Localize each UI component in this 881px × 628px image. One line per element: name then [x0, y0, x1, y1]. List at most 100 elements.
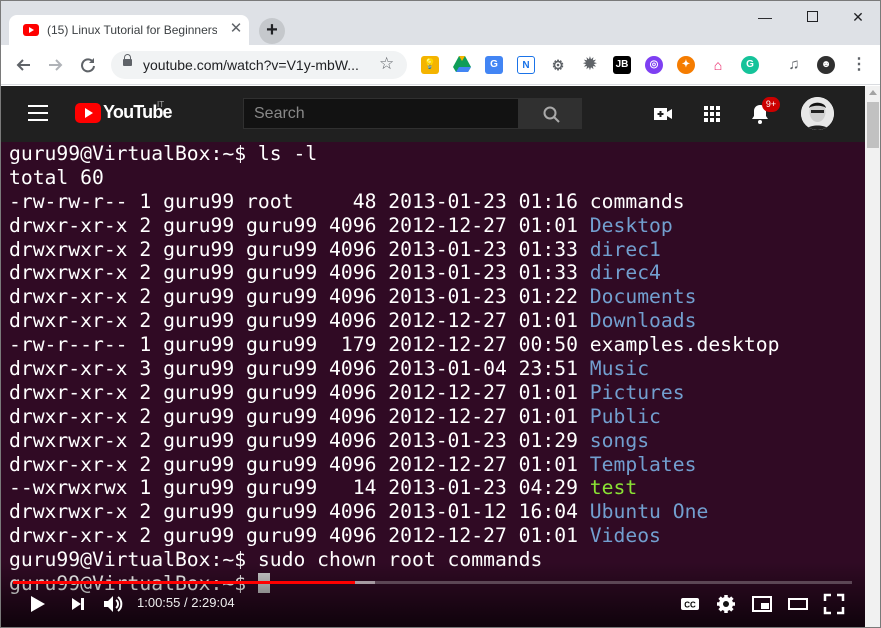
terminal-text: drwxr-xr-x 2 guru99 guru99 4096 2012-12-…: [9, 404, 590, 428]
address-bar[interactable]: youtube.com/watch?v=V1y-mbW... ☆: [111, 51, 407, 79]
terminal-line: total 60: [9, 166, 779, 190]
file-name: songs: [589, 428, 650, 452]
keep-extension-icon[interactable]: 💡: [421, 56, 439, 74]
file-name: direc4: [589, 261, 661, 285]
search-box[interactable]: [243, 98, 519, 129]
file-name: Ubuntu One: [589, 500, 709, 524]
settings-gear-icon: [717, 595, 735, 613]
browser-tab[interactable]: (15) Linux Tutorial for Beginners: ✕: [9, 15, 249, 46]
file-name: Downloads: [589, 309, 697, 333]
fullscreen-icon: [823, 593, 845, 615]
fullscreen-button[interactable]: [822, 592, 846, 616]
grammarly-extension-icon[interactable]: G: [741, 56, 759, 74]
settings-button[interactable]: [714, 592, 738, 616]
terminal-line: drwxrwxr-x 2 guru99 guru99 4096 2013-01-…: [9, 500, 779, 524]
file-name: Documents: [589, 285, 697, 309]
forward-button[interactable]: [44, 53, 68, 77]
tab-strip: (15) Linux Tutorial for Beginners: ✕ + —…: [1, 1, 880, 46]
file-name: Templates: [589, 452, 697, 476]
back-arrow-icon: [16, 59, 30, 71]
notion-extension-icon[interactable]: N: [517, 56, 535, 74]
theater-mode-icon: [788, 598, 808, 610]
next-button[interactable]: [66, 592, 90, 616]
link-extension-icon[interactable]: ⚙: [549, 56, 567, 74]
play-button[interactable]: [25, 592, 49, 616]
profile-avatar-icon[interactable]: ☻: [817, 56, 835, 74]
terminal-text: -rw-rw-r-- 1 guru99 root 48 2013-01-23 0…: [9, 189, 590, 213]
scroll-up-arrow-icon[interactable]: [869, 90, 877, 95]
video-player[interactable]: guru99@VirtualBox:~$ ls -l total 60 -rw-rw…: [1, 142, 865, 627]
tab-title: (15) Linux Tutorial for Beginners:: [47, 23, 217, 37]
terminal-line: drwxrwxr-x 2 guru99 guru99 4096 2013-01-…: [9, 238, 779, 262]
progress-bar[interactable]: [13, 581, 852, 584]
terminal-line: -rw-r--r-- 1 guru99 guru99 179 2012-12-2…: [9, 333, 779, 357]
maximize-button[interactable]: [789, 7, 835, 27]
volume-icon: [104, 596, 123, 612]
chrome-menu-icon[interactable]: ⋮: [850, 56, 868, 74]
terminal-text: guru99@VirtualBox:~$ ls -l: [9, 142, 318, 165]
close-window-button[interactable]: ✕: [835, 7, 880, 27]
create-video-icon[interactable]: [651, 102, 675, 126]
terminal-line: drwxr-xr-x 2 guru99 guru99 4096 2012-12-…: [9, 405, 779, 429]
terminal-text: drwxr-xr-x 3 guru99 guru99 4096 2013-01-…: [9, 357, 590, 381]
orange-extension-icon[interactable]: ✦: [677, 56, 695, 74]
volume-button[interactable]: [101, 592, 125, 616]
terminal-text: drwxr-xr-x 2 guru99 guru99 4096 2012-12-…: [9, 452, 590, 476]
terminal-line: drwxr-xr-x 2 guru99 guru99 4096 2013-01-…: [9, 285, 779, 309]
subtitles-button[interactable]: CC: [678, 592, 702, 616]
tab-close-icon[interactable]: ✕: [227, 20, 245, 38]
terminal-output: guru99@VirtualBox:~$ ls -l total 60 -rw-rw…: [9, 142, 779, 596]
terminal-line: drwxr-xr-x 3 guru99 guru99 4096 2013-01-…: [9, 357, 779, 381]
minimize-button[interactable]: —: [742, 7, 788, 27]
url-text: youtube.com/watch?v=V1y-mbW...: [143, 57, 359, 73]
bookmark-star-icon[interactable]: ☆: [379, 54, 394, 74]
terminal-text: drwxr-xr-x 2 guru99 guru99 4096 2013-01-…: [9, 285, 590, 309]
search-button[interactable]: [519, 98, 582, 129]
terminal-line: drwxr-xr-x 2 guru99 guru99 4096 2012-12-…: [9, 453, 779, 477]
settings-extension-icon[interactable]: ✹: [581, 56, 599, 74]
theater-mode-button[interactable]: [786, 592, 810, 616]
home-extension-icon[interactable]: ⌂: [709, 56, 727, 74]
user-avatar[interactable]: [801, 97, 834, 130]
file-name: test: [589, 476, 638, 500]
youtube-logo-icon[interactable]: [75, 103, 101, 123]
terminal-line: -rw-rw-r-- 1 guru99 root 48 2013-01-23 0…: [9, 190, 779, 214]
miniplayer-icon: [752, 596, 772, 612]
youtube-header: YouTube IT 9+: [1, 86, 865, 142]
reload-icon: [81, 58, 95, 73]
file-name: examples.desktop: [589, 333, 780, 357]
terminal-text: drwxr-xr-x 2 guru99 guru99 4096 2012-12-…: [9, 380, 590, 404]
reload-button[interactable]: [76, 53, 100, 77]
scrollbar-thumb[interactable]: [867, 102, 879, 148]
hamburger-menu-icon[interactable]: [28, 105, 48, 121]
terminal-text: drwxrwxr-x 2 guru99 guru99 4096 2013-01-…: [9, 500, 590, 524]
terminal-line: drwxr-xr-x 2 guru99 guru99 4096 2012-12-…: [9, 381, 779, 405]
media-control-icon[interactable]: ♫: [785, 56, 803, 74]
miniplayer-button[interactable]: [750, 592, 774, 616]
terminal-line: drwxrwxr-x 2 guru99 guru99 4096 2013-01-…: [9, 429, 779, 453]
terminal-text: --wxrwxrwx 1 guru99 guru99 14 2013-01-23…: [9, 476, 590, 500]
jetbrains-extension-icon[interactable]: JB: [613, 56, 631, 74]
forward-arrow-icon: [49, 59, 63, 71]
translate-extension-icon[interactable]: G: [485, 56, 503, 74]
youtube-favicon-icon: [23, 24, 39, 36]
file-name: Music: [589, 357, 650, 381]
terminal-text: total 60: [9, 165, 104, 189]
purple-extension-icon[interactable]: ◎: [645, 56, 663, 74]
page-scrollbar[interactable]: [865, 86, 880, 627]
browser-window: (15) Linux Tutorial for Beginners: ✕ + —…: [0, 0, 881, 628]
terminal-line: drwxr-xr-x 2 guru99 guru99 4096 2012-12-…: [9, 309, 779, 333]
apps-grid-icon[interactable]: [700, 102, 724, 126]
notification-badge: 9+: [762, 97, 780, 112]
new-tab-button[interactable]: +: [259, 18, 285, 44]
drive-extension-icon[interactable]: [453, 56, 471, 74]
progress-played: [13, 581, 356, 584]
search-input[interactable]: [244, 99, 518, 128]
file-name: Public: [589, 404, 661, 428]
search-icon: [543, 106, 560, 123]
back-button[interactable]: [11, 53, 35, 77]
browser-toolbar: youtube.com/watch?v=V1y-mbW... ☆ 💡 G N ⚙…: [1, 45, 880, 85]
terminal-text: drwxr-xr-x 2 guru99 guru99 4096 2012-12-…: [9, 524, 590, 548]
terminal-text: drwxr-xr-x 2 guru99 guru99 4096 2012-12-…: [9, 309, 590, 333]
country-code: IT: [157, 100, 165, 109]
